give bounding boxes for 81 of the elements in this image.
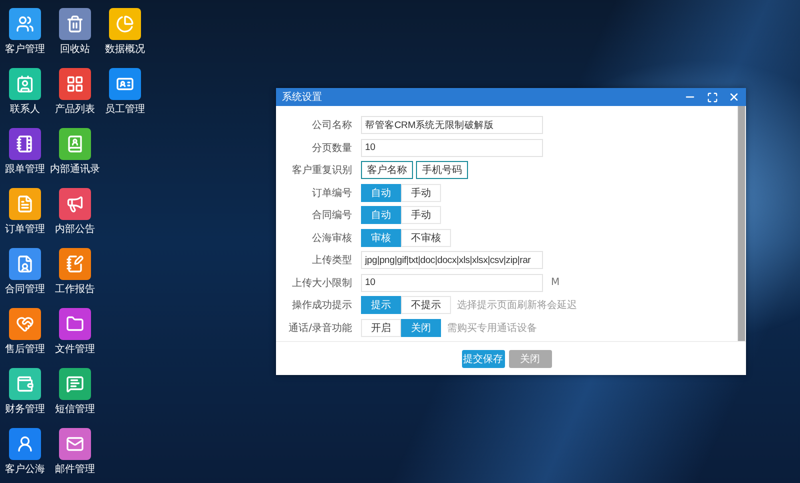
- app-tile[interactable]: [9, 8, 41, 40]
- maximize-icon: [706, 92, 718, 102]
- field-label: 通话/录音功能: [288, 322, 352, 335]
- app-tile[interactable]: [59, 188, 91, 220]
- contact-card-icon: [16, 75, 34, 93]
- mail-icon: [66, 435, 84, 453]
- app-label: 客户公海: [5, 464, 45, 476]
- app-tile[interactable]: [59, 68, 91, 100]
- field-label: 操作成功提示: [291, 298, 352, 312]
- app-tile[interactable]: [9, 128, 41, 160]
- app-label: 内部通讯录: [50, 164, 100, 176]
- id-badge-icon: [116, 75, 134, 93]
- app-tile[interactable]: [9, 308, 41, 340]
- app-label: 合同管理: [5, 284, 45, 296]
- window-title: 系统设置: [282, 90, 323, 104]
- unit-label: M: [551, 277, 560, 288]
- app-label: 短信管理: [55, 404, 95, 416]
- input-field[interactable]: jpg|png|gif|txt|doc|docx|xls|xlsx|csv|zip|rar: [361, 251, 543, 270]
- app-tile[interactable]: [109, 68, 141, 100]
- pie-chart-icon: [116, 15, 134, 33]
- app-label: 数据概况: [105, 44, 145, 56]
- app-label: 产品列表: [55, 104, 95, 116]
- field-label: 公海审核: [311, 232, 352, 245]
- app-tile[interactable]: [9, 68, 41, 100]
- input-field[interactable]: 帮管客CRM系统无限制破解版: [361, 116, 543, 134]
- heart-handshake-icon: [16, 315, 34, 333]
- app-label: 回收站: [60, 44, 90, 56]
- field-label: 合同编号: [311, 208, 352, 222]
- document-icon: [16, 195, 34, 213]
- app-label: 邮件管理: [55, 464, 95, 476]
- field-label: 上传大小限制: [291, 276, 352, 290]
- app-tile[interactable]: [9, 188, 41, 220]
- app-tile[interactable]: [9, 368, 41, 400]
- user-icon: [16, 435, 34, 453]
- app-tile[interactable]: [59, 368, 91, 400]
- app-label: 订单管理: [5, 224, 45, 236]
- field-label: 订单编号: [311, 186, 352, 200]
- address-book-icon: [66, 135, 84, 153]
- input-field[interactable]: 10: [361, 274, 543, 292]
- app-tile[interactable]: [59, 428, 91, 460]
- option-button[interactable]: 客户名称: [361, 161, 413, 180]
- toggle-option[interactable]: 不提示: [401, 296, 451, 314]
- toggle-option[interactable]: 手动: [401, 184, 441, 202]
- contract-icon: [16, 255, 34, 273]
- field-label: 分页数量: [311, 142, 352, 155]
- wallet-icon: [16, 375, 34, 393]
- input-field[interactable]: 10: [361, 138, 543, 157]
- notebook-pen-icon: [66, 255, 84, 273]
- field-label: 客户重复识别: [291, 164, 352, 178]
- notebook-icon: [16, 135, 34, 153]
- app-label: 财务管理: [5, 404, 45, 416]
- hint-text: 需购买专用通话设备: [447, 322, 537, 335]
- app-tile[interactable]: [59, 248, 91, 280]
- app-label: 跟单管理: [5, 164, 45, 176]
- app-tile[interactable]: [109, 8, 141, 40]
- users-icon: [16, 15, 34, 33]
- app-label: 内部公告: [55, 224, 95, 236]
- toggle-option[interactable]: 开启: [361, 318, 401, 337]
- toggle-option[interactable]: 手动: [401, 206, 441, 224]
- folder-icon: [66, 315, 84, 333]
- toggle-option[interactable]: 不审核: [401, 228, 451, 247]
- hint-text: 选择提示页面刷新将会延迟: [457, 298, 577, 312]
- app-tile[interactable]: [9, 428, 41, 460]
- app-label: 联系人: [10, 104, 40, 116]
- grid-icon: [66, 75, 84, 93]
- app-label: 售后管理: [5, 344, 45, 356]
- app-tile[interactable]: [9, 248, 41, 280]
- app-tile[interactable]: [59, 8, 91, 40]
- megaphone-icon: [66, 195, 84, 213]
- close-icon: [728, 91, 740, 103]
- app-tile[interactable]: [59, 308, 91, 340]
- message-icon: [66, 375, 84, 393]
- option-button[interactable]: 手机号码: [416, 161, 468, 180]
- field-label: 上传类型: [311, 254, 352, 268]
- trash-icon: [66, 15, 84, 33]
- app-label: 文件管理: [55, 344, 95, 356]
- app-label: 客户管理: [5, 44, 45, 56]
- app-tile[interactable]: [59, 128, 91, 160]
- field-label: 公司名称: [311, 119, 352, 132]
- app-label: 工作报告: [55, 284, 95, 296]
- app-label: 员工管理: [105, 104, 145, 116]
